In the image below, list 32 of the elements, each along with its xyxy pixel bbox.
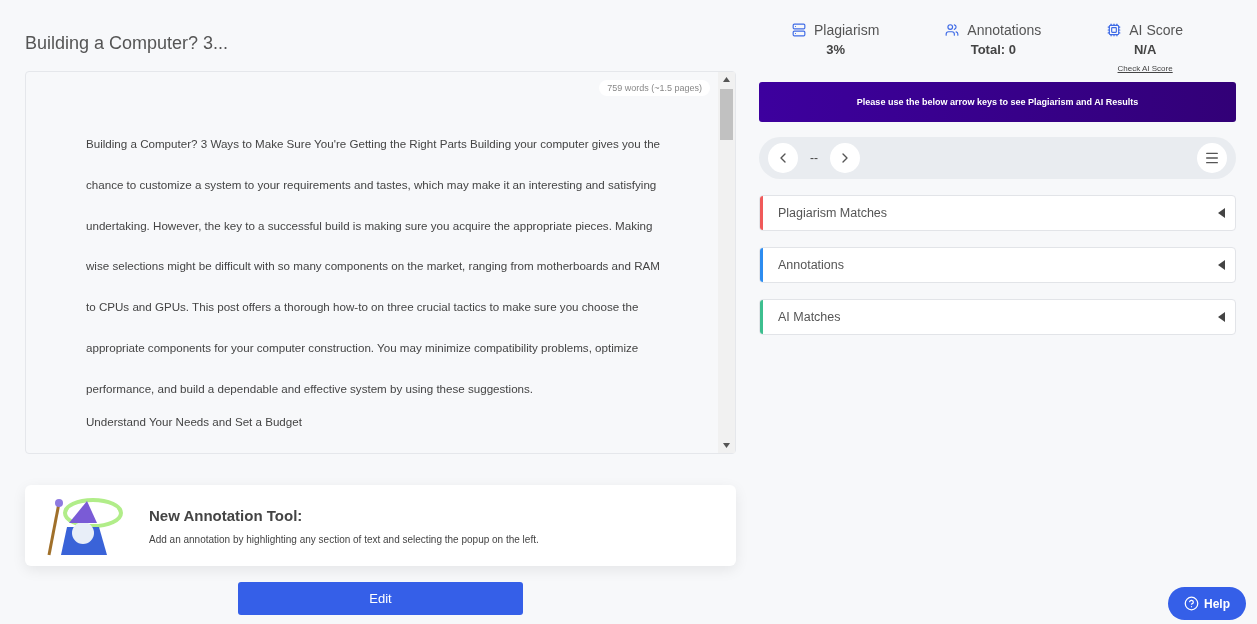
accordion-section[interactable]: Plagiarism Matches bbox=[759, 195, 1236, 231]
chip-icon bbox=[1107, 23, 1122, 37]
stat-value: 3% bbox=[826, 42, 846, 57]
check-ai-score-link[interactable]: Check AI Score bbox=[1117, 64, 1173, 73]
users-icon bbox=[945, 23, 960, 37]
result-position: -- bbox=[810, 151, 818, 165]
accordion-section[interactable]: Annotations bbox=[759, 247, 1236, 283]
section-label: AI Matches bbox=[778, 310, 841, 324]
next-button[interactable] bbox=[830, 143, 860, 173]
tip-title: New Annotation Tool: bbox=[149, 506, 304, 524]
menu-icon bbox=[1204, 150, 1220, 166]
previous-button[interactable] bbox=[768, 143, 798, 173]
stat-label: AI Score bbox=[1129, 22, 1183, 38]
stat-value: N/A bbox=[1133, 42, 1157, 57]
tip-text: Add an annotation by highlighting any section of text and selecting the popup on the left. bbox=[149, 533, 539, 545]
help-icon bbox=[1184, 596, 1199, 611]
section-label: Annotations bbox=[778, 258, 845, 272]
help-button[interactable]: Help bbox=[1168, 587, 1246, 620]
stat-label: Annotations bbox=[967, 22, 1042, 38]
server-icon bbox=[792, 23, 806, 37]
info-banner: Please use the below arrow keys to see Plagiarism and AI Results bbox=[759, 82, 1236, 122]
accordion-section[interactable]: AI Matches bbox=[759, 299, 1236, 335]
scrollbar[interactable] bbox=[718, 72, 735, 453]
edit-button[interactable]: Edit bbox=[238, 582, 523, 615]
paragraph: Building a Computer? 3 Ways to Make Sure You're Getting the Right Parts Building your computer gives you the chance to customize a system to your requirements and tastes, which may make it an interesting and satisfying undertaking. However, the key to a successful build is making sure you acquire the appropriate pieces. Making wise selections might be difficult with so many components on the market, ranging from motherboards and RAM to CPUs and GPUs. This post offers a thorough how-to on three crucial tactics to make sure you choose the appropriate components for your computer construction. You may minimize compatibility problems, optimize performance, and build a dependable and effective system by using these suggestions. bbox=[86, 136, 661, 397]
menu-button[interactable] bbox=[1197, 143, 1227, 173]
stat-value: Total: 0 bbox=[970, 42, 1016, 57]
document-title: Building a Computer? 3... bbox=[25, 33, 230, 54]
word-count: 759 words (~1.5 pages) bbox=[599, 80, 710, 96]
stat-label: Plagiarism bbox=[814, 22, 880, 38]
paragraph: Understand Your Needs and Set a Budget bbox=[86, 413, 303, 430]
section-label: Plagiarism Matches bbox=[778, 206, 888, 220]
